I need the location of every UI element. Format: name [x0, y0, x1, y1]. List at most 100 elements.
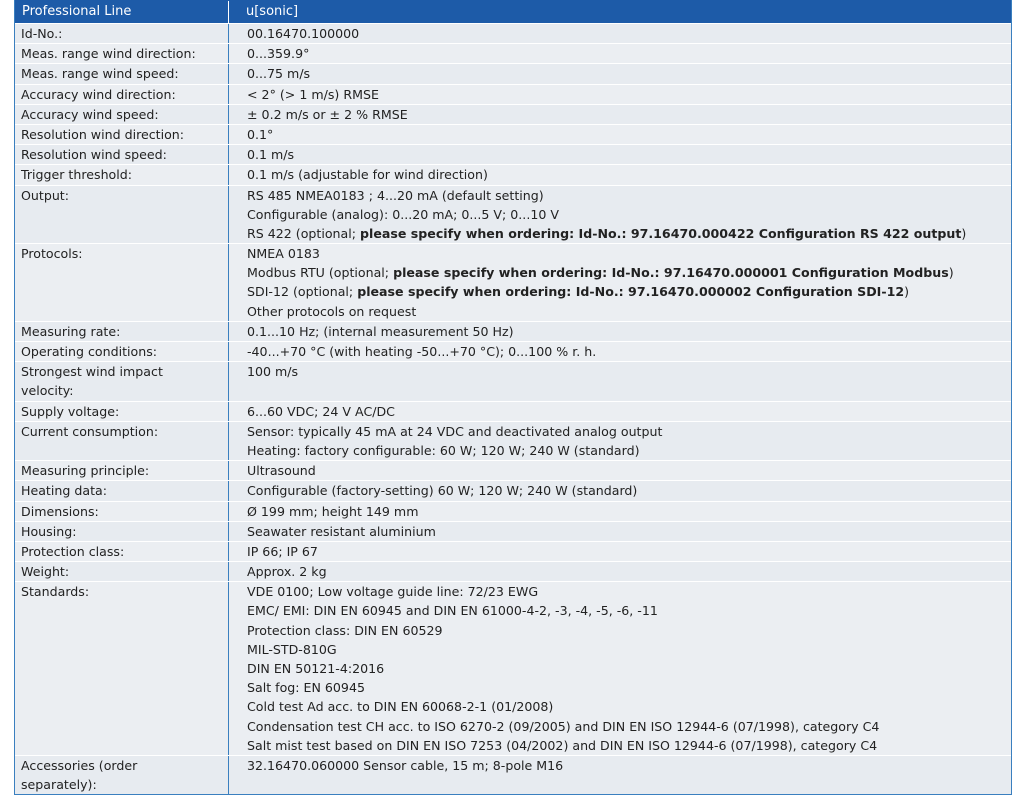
row-value: 6...60 VDC; 24 V AC/DC	[229, 402, 1011, 421]
table-row: Weight: Approx. 2 kg	[15, 561, 1011, 582]
row-value-line: 00.16470.100000	[247, 26, 360, 41]
table-row: Trigger threshold: 0.1 m/s (adjustable fo…	[15, 164, 1011, 185]
row-value-line: VDE 0100; Low voltage guide line: 72/23 …	[247, 584, 539, 600]
row-value-line: Salt fog: EN 60945	[247, 680, 365, 696]
row-value-line: IP 66; IP 67	[247, 543, 318, 559]
table-row: Protection class: IP 66; IP 67	[15, 540, 1011, 562]
row-label-text: Protection class:	[21, 543, 125, 559]
table-row: Operating conditions: -40...+70 °C (with …	[15, 341, 1011, 362]
table-row: Current consumption: Sensor: typically 45…	[15, 420, 1011, 461]
table-row: Resolution wind speed: 0.1 m/s	[15, 144, 1011, 165]
row-value-line: Modbus RTU (optional; please specify whe…	[247, 265, 954, 281]
row-value-line	[247, 381, 1011, 400]
row-value-line: 0...75 m/s	[247, 66, 311, 82]
row-value-line: Sensor: typically 45 mA at 24 VDC and de…	[247, 423, 663, 439]
table-row: Meas. range wind speed: 0...75 m/s	[15, 63, 1011, 84]
row-label-text: Dimensions:	[21, 503, 99, 519]
row-value: 00.16470.100000	[229, 24, 1011, 43]
row-value-line: Protection class: DIN EN 60529	[247, 622, 443, 638]
row-value: Seawater resistant aluminium	[229, 522, 1011, 541]
row-label-text: Resolution wind direction:	[21, 126, 185, 142]
row-label-text: Meas. range wind direction:	[21, 46, 196, 62]
row-label-text: Supply voltage:	[21, 403, 120, 419]
ordering-note: please specify when ordering: Id-No.: 97…	[393, 265, 949, 281]
row-label-text: Measuring rate:	[21, 323, 121, 339]
ordering-note: please specify when ordering: Id-No.: 97…	[360, 225, 962, 241]
row-label: Accuracy wind speed:	[15, 104, 229, 124]
row-value: RS 485 NMEA0183 ; 4...20 mA (default set…	[229, 186, 1011, 244]
row-label: Measuring rate:	[15, 321, 229, 341]
row-value-line: Cold test Ad acc. to DIN EN 60068-2-1 (0…	[247, 699, 554, 715]
row-value: 0...75 m/s	[229, 64, 1011, 83]
table-row: Id-No.: 00.16470.100000	[15, 23, 1011, 44]
row-label: Accessories (order separately):	[15, 755, 229, 795]
row-value-line: MIL-STD-810G	[247, 641, 337, 657]
row-value-line: Heating: factory configurable: 60 W; 120…	[247, 442, 640, 458]
row-value-line: EMC/ EMI: DIN EN 60945 and DIN EN 61000-…	[247, 603, 658, 619]
row-value-line: Seawater resistant aluminium	[247, 523, 436, 539]
row-label: Strongest wind impact velocity:	[15, 362, 229, 401]
row-label-text: Measuring principle:	[21, 463, 150, 479]
row-value: < 2° (> 1 m/s) RMSE	[229, 85, 1011, 104]
row-label: Protocols:	[15, 244, 229, 321]
row-value-line: SDI-12 (optional; please specify when or…	[247, 284, 910, 300]
row-value-line: 0.1 m/s	[247, 147, 295, 163]
row-label: Supply voltage:	[15, 401, 229, 421]
row-value-line: RS 422 (optional; please specify when or…	[247, 225, 967, 241]
row-label: Id-No.:	[15, 24, 229, 44]
table-header: Professional Line u[sonic]	[15, 0, 1011, 23]
row-label: Heating data:	[15, 481, 229, 501]
row-label-text: Housing:	[21, 523, 77, 539]
row-value: Ø 199 mm; height 149 mm	[229, 502, 1011, 521]
row-value-line: 100 m/s	[247, 364, 299, 380]
row-label: Current consumption:	[15, 421, 229, 461]
row-label: Output:	[15, 185, 229, 244]
row-value: 100 m/s	[229, 362, 1011, 400]
row-label-text: Heating data:	[21, 483, 107, 499]
row-label-text: Id-No.:	[21, 26, 63, 41]
table-row: Accuracy wind speed: ± 0.2 m/s or ± 2 % R…	[15, 103, 1011, 124]
table-row: Housing: Seawater resistant aluminium	[15, 520, 1011, 541]
row-value: Configurable (factory-setting) 60 W; 120…	[229, 481, 1011, 500]
row-label-text: Strongest wind impact	[21, 364, 163, 380]
table-row: Strongest wind impact velocity: 100 m/s	[15, 361, 1011, 401]
row-label: Operating conditions:	[15, 342, 229, 362]
row-label: Accuracy wind direction:	[15, 84, 229, 104]
row-value: Ultrasound	[229, 461, 1011, 480]
row-value-line: 0.1°	[247, 126, 274, 142]
ordering-note: please specify when ordering: Id-No.: 97…	[357, 284, 905, 300]
row-label-text: Operating conditions:	[21, 344, 157, 359]
row-value-line: Condensation test CH acc. to ISO 6270-2 …	[247, 718, 880, 734]
row-value: Approx. 2 kg	[229, 562, 1011, 581]
row-label: Resolution wind speed:	[15, 145, 229, 165]
row-label: Measuring principle:	[15, 461, 229, 481]
row-label: Protection class:	[15, 541, 229, 562]
row-value-line: DIN EN 50121-4:2016	[247, 661, 385, 676]
row-value: 0.1 m/s (adjustable for wind direction)	[229, 165, 1011, 184]
row-label: Standards:	[15, 582, 229, 755]
table-row: Supply voltage: 6...60 VDC; 24 V AC/DC	[15, 400, 1011, 421]
row-value-line: NMEA 0183	[247, 246, 320, 262]
header-product-name: u[sonic]	[246, 4, 299, 19]
row-label-text: Trigger threshold:	[21, 167, 132, 183]
row-label-text: Accessories (order	[21, 757, 138, 773]
row-label: Trigger threshold:	[15, 165, 229, 185]
row-label-text: Accuracy wind direction:	[21, 86, 176, 102]
row-value-line: Approx. 2 kg	[247, 564, 327, 580]
row-value-line: 0.1...10 Hz; (internal measurement 50 Hz…	[247, 323, 514, 339]
row-value: -40...+70 °C (with heating -50...+70 °C)…	[229, 342, 1011, 361]
row-label: Housing:	[15, 521, 229, 541]
header-product-line: Professional Line	[15, 1, 229, 23]
row-label-text: Output:	[21, 187, 69, 203]
row-value: 0.1 m/s	[229, 145, 1011, 164]
table-body: Id-No.: 00.16470.100000 Meas. range wind d…	[15, 23, 1011, 795]
row-value-line: Ultrasound	[247, 463, 316, 479]
row-value: ± 0.2 m/s or ± 2 % RMSE	[229, 105, 1011, 124]
row-label-text: Meas. range wind speed:	[21, 66, 179, 82]
row-value-line	[247, 775, 1011, 794]
row-label-text: Current consumption:	[21, 423, 159, 439]
row-value-line: Salt mist test based on DIN EN ISO 7253 …	[247, 737, 878, 753]
row-label: Meas. range wind direction:	[15, 44, 229, 64]
table-row: Protocols: NMEA 0183 Modbus RTU (optional;…	[15, 243, 1011, 321]
row-label: Meas. range wind speed:	[15, 64, 229, 84]
